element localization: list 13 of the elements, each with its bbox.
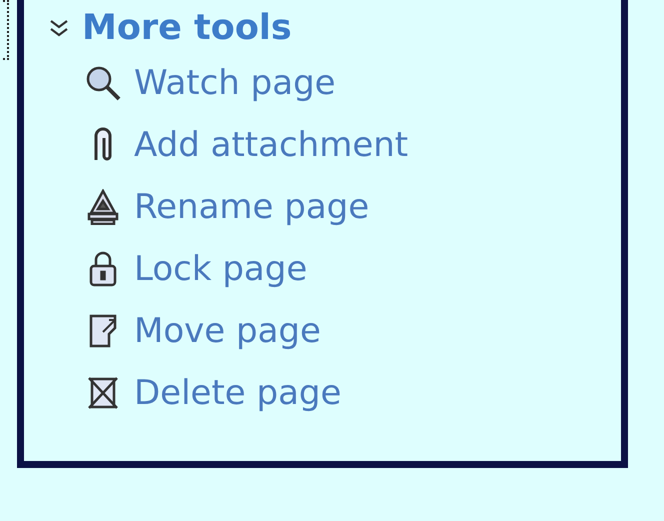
delete-page-icon: [88, 377, 118, 409]
section-title[interactable]: More tools: [82, 8, 292, 48]
padlock-icon: [89, 251, 117, 287]
tool-link[interactable]: Lock page: [134, 249, 308, 289]
stamp-icon: [87, 189, 119, 225]
magnifier-icon: [86, 66, 120, 100]
tool-link[interactable]: Move page: [134, 311, 321, 351]
tool-link[interactable]: Add attachment: [134, 125, 408, 165]
tool-link[interactable]: Rename page: [134, 187, 370, 227]
paperclip-icon: [94, 127, 112, 163]
tool-link[interactable]: Watch page: [134, 63, 336, 103]
tool-link[interactable]: Delete page: [134, 373, 342, 413]
move-page-icon: [89, 314, 117, 348]
